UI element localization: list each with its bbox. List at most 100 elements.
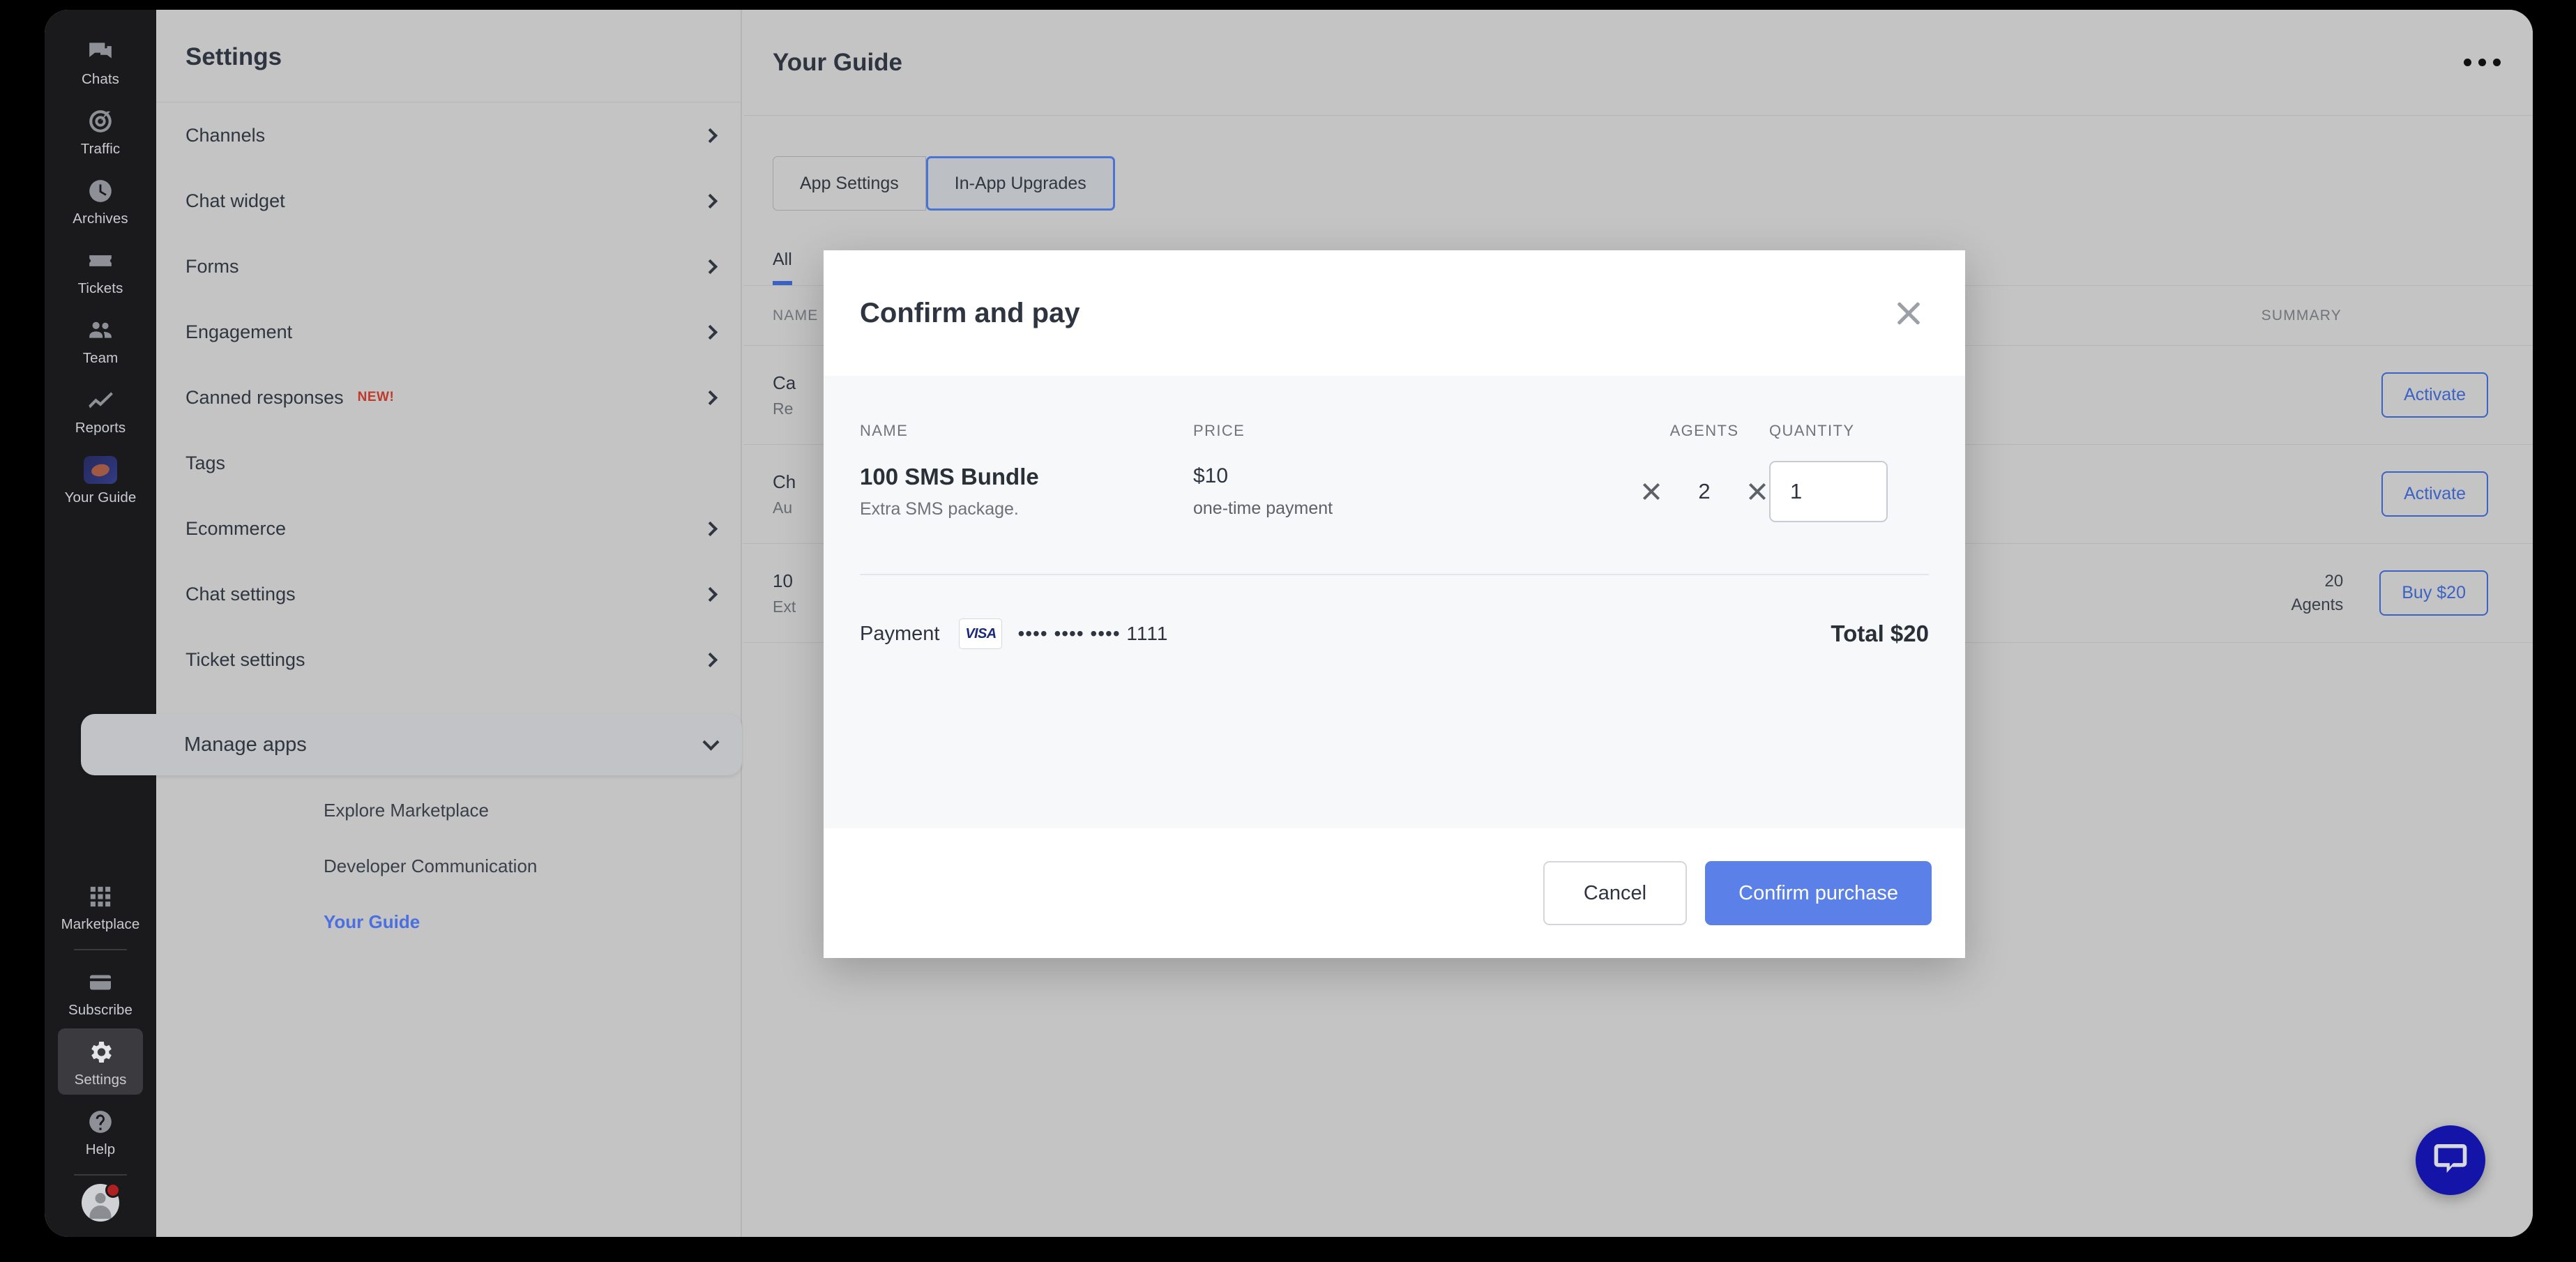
chevron-right-icon — [703, 390, 718, 404]
row-name: Ca — [773, 372, 796, 394]
main-header: Your Guide — [743, 10, 2533, 116]
avatar[interactable] — [82, 1184, 119, 1222]
close-icon[interactable] — [1893, 297, 1925, 329]
cancel-button[interactable]: Cancel — [1543, 861, 1687, 925]
settings-item-chat-widget[interactable]: Chat widget — [156, 168, 741, 234]
primary-navigation-rail: Chats Traffic Archives Tickets Team — [45, 10, 156, 1237]
submenu-item-developer-communication[interactable]: Developer Communication — [156, 838, 741, 894]
settings-item-label: Ticket settings — [185, 649, 305, 671]
settings-item-label: Manage apps — [184, 733, 307, 757]
rail-item-label: Archives — [73, 211, 128, 227]
rail-item-chats[interactable]: Chats — [58, 28, 143, 94]
rail-item-your-guide[interactable]: Your Guide — [58, 446, 143, 512]
new-badge: NEW! — [358, 390, 395, 405]
rail-item-label: Reports — [75, 420, 126, 436]
team-icon — [83, 316, 118, 345]
rail-item-archives[interactable]: Archives — [58, 167, 143, 234]
card-number-masked: •••• •••• •••• 1111 — [1017, 623, 1168, 645]
rail-item-label: Chats — [82, 71, 119, 88]
line-item-name-cell: 100 SMS Bundle Extra SMS package. — [860, 464, 1193, 519]
settings-item-label: Chat widget — [185, 190, 285, 212]
question-icon — [83, 1107, 118, 1136]
tab-app-settings[interactable]: App Settings — [773, 156, 926, 211]
chevron-right-icon — [703, 259, 718, 273]
tab-in-app-upgrades[interactable]: In-App Upgrades — [926, 156, 1115, 211]
avatar-status-badge — [105, 1183, 121, 1198]
your-guide-icon — [83, 455, 118, 485]
activate-button[interactable]: Activate — [2381, 372, 2488, 418]
submenu-item-explore-marketplace[interactable]: Explore Marketplace — [156, 782, 741, 838]
rail-item-help[interactable]: Help — [58, 1098, 143, 1164]
settings-item-channels[interactable]: Channels — [156, 102, 741, 168]
settings-item-manage-apps[interactable]: Manage apps — [81, 714, 742, 775]
submenu-item-label: Explore Marketplace — [324, 800, 489, 821]
rail-item-subscribe[interactable]: Subscribe — [58, 959, 143, 1025]
rail-divider — [74, 949, 127, 950]
settings-panel: Settings Channels Chat widget Forms Enga… — [156, 10, 742, 1237]
order-total: Total $20 — [1831, 621, 1929, 647]
rail-item-label: Team — [83, 350, 119, 367]
product-price: $10 — [1193, 464, 1639, 488]
settings-item-label: Ecommerce — [185, 518, 286, 540]
rail-item-traffic[interactable]: Traffic — [58, 98, 143, 164]
settings-item-tags[interactable]: Tags — [156, 430, 741, 496]
traffic-icon — [83, 107, 118, 136]
gear-icon — [83, 1037, 118, 1067]
rail-item-marketplace[interactable]: Marketplace — [58, 873, 143, 939]
dialog-body: NAME PRICE AGENTS QUANTITY 100 SMS Bundl… — [824, 376, 1965, 828]
buy-button[interactable]: Buy $20 — [2379, 570, 2488, 616]
settings-item-text: Canned responses — [185, 387, 344, 409]
divider — [860, 574, 1929, 575]
rail-item-settings[interactable]: Settings — [58, 1028, 143, 1095]
rail-item-label: Traffic — [81, 141, 121, 158]
rail-item-reports[interactable]: Reports — [58, 377, 143, 443]
reports-icon — [83, 386, 118, 415]
row-name: 10 — [773, 570, 796, 592]
line-item-header: NAME PRICE AGENTS QUANTITY — [860, 376, 1929, 440]
payment-row: Payment VISA •••• •••• •••• 1111 Total $… — [860, 618, 1929, 649]
product-billing-period: one-time payment — [1193, 499, 1639, 519]
confirm-purchase-button[interactable]: Confirm purchase — [1705, 861, 1932, 925]
settings-item-chat-settings[interactable]: Chat settings — [156, 561, 741, 627]
chat-bubble-icon — [2431, 1139, 2470, 1182]
submenu-item-label: Developer Communication — [324, 856, 537, 877]
tickets-icon — [83, 246, 118, 275]
chevron-down-icon — [702, 733, 719, 750]
dialog-footer: Cancel Confirm purchase — [824, 828, 1965, 958]
more-options-icon[interactable] — [2464, 59, 2501, 66]
settings-item-forms[interactable]: Forms — [156, 234, 741, 299]
settings-item-canned-responses[interactable]: Canned responses NEW! — [156, 365, 741, 430]
rail-item-tickets[interactable]: Tickets — [58, 237, 143, 303]
settings-item-ticket-settings[interactable]: Ticket settings — [156, 627, 741, 692]
manage-apps-submenu: Explore Marketplace Developer Communicat… — [156, 782, 741, 950]
line-item-price-cell: $10 one-time payment — [1193, 464, 1639, 519]
column-header-summary: SUMMARY — [2195, 307, 2488, 324]
filter-tab-all[interactable]: All — [773, 250, 792, 285]
settings-item-engagement[interactable]: Engagement — [156, 299, 741, 365]
rail-item-label: Help — [86, 1141, 116, 1158]
grid-icon — [83, 882, 118, 911]
rail-divider — [74, 1174, 127, 1176]
row-description: Re — [773, 400, 796, 418]
segmented-control: App Settings In-App Upgrades — [743, 116, 2533, 211]
row-name: Ch — [773, 471, 796, 493]
column-header-quantity: QUANTITY — [1769, 422, 1888, 440]
archives-icon — [83, 176, 118, 206]
settings-item-label: Channels — [185, 125, 265, 146]
chats-icon — [83, 37, 118, 66]
dialog-header: Confirm and pay — [824, 250, 1965, 376]
dialog-title: Confirm and pay — [860, 298, 1080, 329]
rail-item-label: Marketplace — [61, 916, 140, 933]
submenu-item-your-guide[interactable]: Your Guide — [156, 894, 741, 950]
settings-item-ecommerce[interactable]: Ecommerce — [156, 496, 741, 561]
rail-item-team[interactable]: Team — [58, 307, 143, 373]
rail-item-label: Your Guide — [65, 489, 137, 506]
payment-label: Payment — [860, 623, 939, 646]
quantity-input[interactable] — [1769, 461, 1888, 522]
multiply-icon — [1745, 480, 1769, 503]
chevron-right-icon — [703, 521, 718, 535]
line-item-row: 100 SMS Bundle Extra SMS package. $10 on… — [860, 461, 1929, 522]
confirm-and-pay-dialog: Confirm and pay NAME PRICE AGENTS QUANTI… — [824, 250, 1965, 958]
chat-widget-launcher[interactable] — [2416, 1125, 2485, 1195]
activate-button[interactable]: Activate — [2381, 471, 2488, 517]
